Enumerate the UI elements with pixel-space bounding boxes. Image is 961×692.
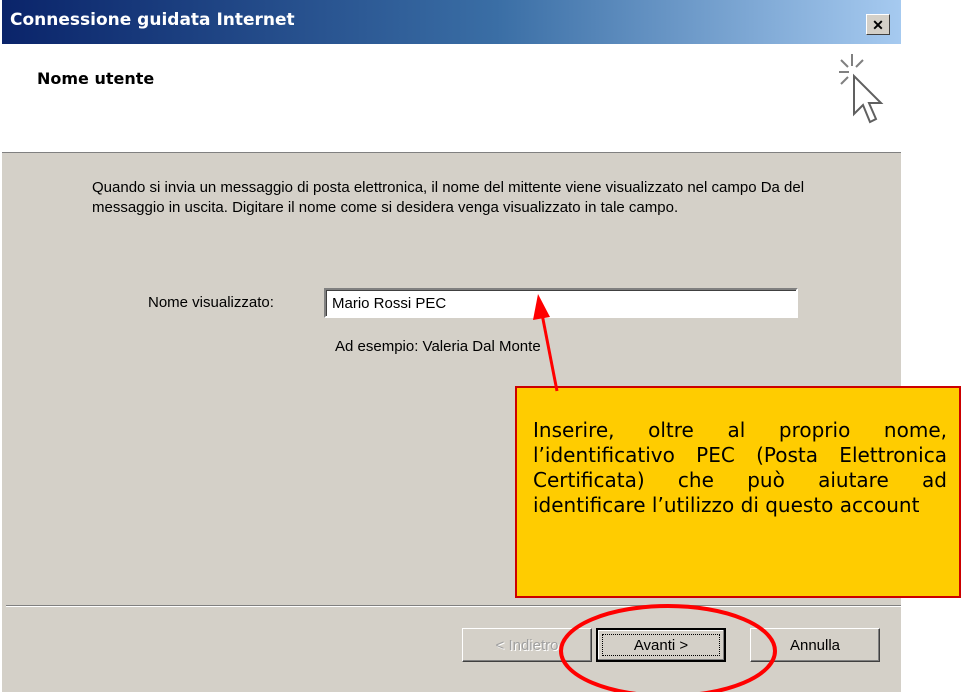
back-button[interactable]: < Indietro: [462, 628, 592, 662]
footer-separator: [6, 605, 901, 607]
display-name-label: Nome visualizzato:: [148, 294, 274, 311]
close-icon: ✕: [872, 16, 884, 33]
sparkle-cursor-icon: [839, 54, 884, 124]
page-title: Nome utente: [37, 69, 155, 88]
wizard-header: Nome utente: [2, 44, 901, 153]
title-bar: Connessione guidata Internet ✕: [2, 0, 901, 44]
description-text: Quando si invia un messaggio di posta el…: [92, 179, 805, 216]
window-title: Connessione guidata Internet: [10, 10, 295, 30]
annotation-callout: Inserire, oltre al proprio nome, l’ident…: [515, 386, 961, 598]
close-button[interactable]: ✕: [866, 14, 890, 35]
back-label: < Indietro: [495, 636, 559, 654]
cancel-label: Annulla: [789, 636, 841, 654]
display-name-input[interactable]: [324, 288, 798, 318]
focus-rectangle: [602, 634, 720, 656]
annotation-text: Inserire, oltre al proprio nome, l’ident…: [533, 418, 947, 517]
cancel-button[interactable]: Annulla: [750, 628, 880, 662]
example-hint: Ad esempio: Valeria Dal Monte: [335, 338, 541, 355]
next-button[interactable]: Avanti >: [596, 628, 726, 662]
